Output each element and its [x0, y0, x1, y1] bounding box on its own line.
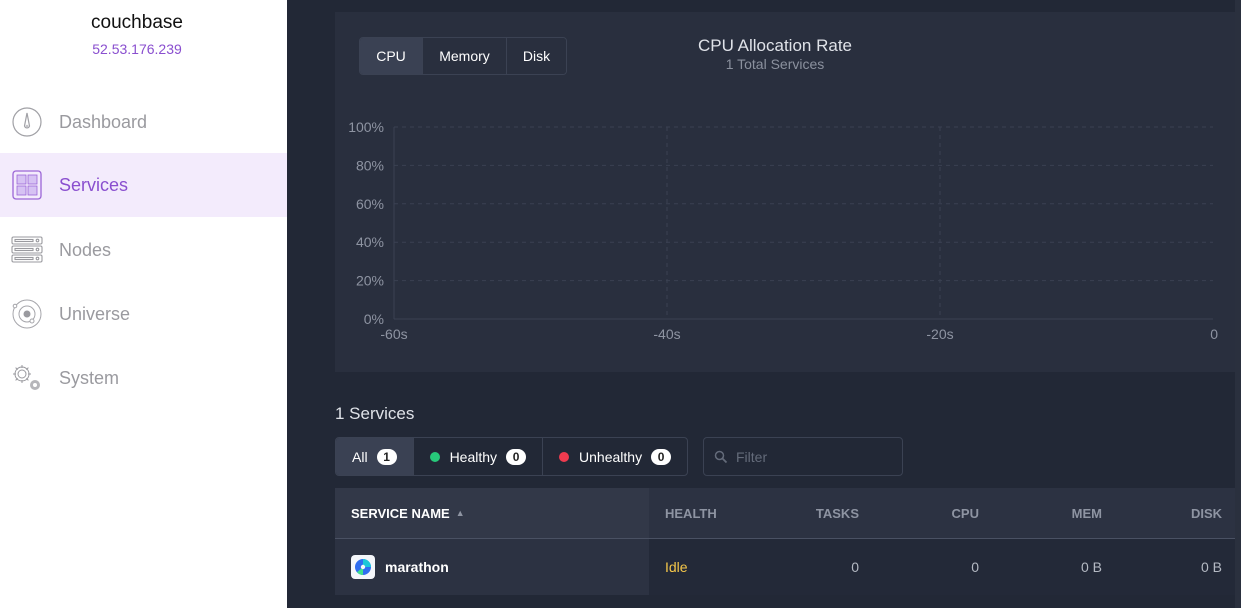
scrollbar[interactable] — [1235, 0, 1241, 608]
y-tick-label: 40% — [356, 234, 384, 250]
count-badge: 0 — [651, 448, 672, 465]
sidebar-item-system[interactable]: System — [0, 346, 287, 410]
sidebar-item-universe[interactable]: Universe — [0, 282, 287, 346]
y-tick-label: 20% — [356, 273, 384, 289]
cpu-allocation-chart: 0% 20% 40% 60% 80% 100% -60s -40s -20s 0 — [348, 119, 1218, 342]
sidebar-item-nodes[interactable]: Nodes — [0, 218, 287, 282]
filter-input[interactable] — [736, 448, 896, 465]
filter-label: All — [352, 448, 368, 465]
filter-label: Unhealthy — [579, 448, 643, 465]
filter-all-button[interactable]: All 1 — [336, 438, 414, 475]
main-content: CPU Memory Disk CPU Allocation Rate 1 To… — [287, 0, 1241, 608]
search-icon — [714, 450, 728, 464]
services-count-title: 1 Services — [335, 404, 415, 423]
sort-ascending-icon: ▲ — [455, 508, 465, 518]
count-badge: 1 — [376, 448, 397, 465]
universe-orbit-icon — [11, 298, 43, 330]
sidebar-item-services[interactable]: Services — [0, 153, 287, 217]
sidebar-item-label: Services — [59, 174, 129, 195]
table-header: SERVICE NAME ▲ HEALTH TASKS CPU MEM DISK — [335, 488, 1235, 539]
column-header-health[interactable]: HEALTH — [649, 488, 769, 538]
cluster-ip: 52.53.176.239 — [92, 41, 182, 57]
cluster-name: couchbase — [91, 12, 183, 33]
sidebar-item-dashboard[interactable]: Dashboard — [0, 90, 287, 154]
marathon-logo-icon — [351, 555, 375, 579]
unhealthy-status-dot-icon — [559, 451, 570, 462]
x-tick-label: -40s — [653, 326, 680, 342]
system-gears-icon — [11, 362, 43, 394]
y-tick-label: 60% — [356, 196, 384, 212]
column-header-tasks[interactable]: TASKS — [769, 488, 859, 538]
sidebar-item-label: Dashboard — [59, 111, 148, 132]
filter-label: Healthy — [449, 448, 498, 465]
y-tick-label: 100% — [348, 119, 384, 135]
service-name-cell: marathon — [335, 539, 649, 595]
filter-unhealthy-button[interactable]: Unhealthy 0 — [543, 438, 687, 475]
y-tick-label: 0% — [364, 311, 384, 327]
sidebar: couchbase 52.53.176.239 Dashboard Servic… — [0, 0, 287, 608]
chart-panel: CPU Memory Disk CPU Allocation Rate 1 To… — [335, 12, 1235, 372]
services-grid-icon — [11, 169, 43, 201]
dashboard-gauge-icon — [11, 106, 43, 138]
x-tick-label: -20s — [926, 326, 953, 342]
health-filter-group: All 1 Healthy 0 Unhealthy 0 — [335, 437, 689, 476]
table-row[interactable]: marathon Idle 0 0 0 B 0 B — [335, 539, 1235, 595]
column-header-mem[interactable]: MEM — [979, 488, 1102, 538]
filter-search-box — [703, 437, 903, 476]
filter-healthy-button[interactable]: Healthy 0 — [414, 438, 544, 475]
count-badge: 0 — [506, 448, 527, 465]
nodes-server-icon — [11, 234, 43, 266]
tasks-value: 0 — [851, 559, 859, 575]
healthy-status-dot-icon — [429, 451, 440, 462]
y-tick-label: 80% — [356, 157, 384, 173]
column-header-service-name[interactable]: SERVICE NAME ▲ — [335, 488, 649, 538]
sidebar-item-label: Universe — [59, 303, 131, 324]
column-header-disk[interactable]: DISK — [1102, 488, 1222, 538]
mem-value: 0 B — [1080, 559, 1102, 575]
column-header-cpu[interactable]: CPU — [859, 488, 979, 538]
service-name-link[interactable]: marathon — [385, 559, 449, 575]
health-status: Idle — [665, 559, 688, 575]
x-tick-label: 0 — [1210, 326, 1218, 342]
sidebar-item-label: System — [59, 367, 120, 388]
x-tick-label: -60s — [380, 326, 407, 342]
cpu-value: 0 — [971, 559, 979, 575]
services-table: SERVICE NAME ▲ HEALTH TASKS CPU MEM DISK… — [335, 488, 1235, 595]
disk-value: 0 B — [1200, 559, 1222, 575]
sidebar-item-label: Nodes — [59, 239, 112, 260]
